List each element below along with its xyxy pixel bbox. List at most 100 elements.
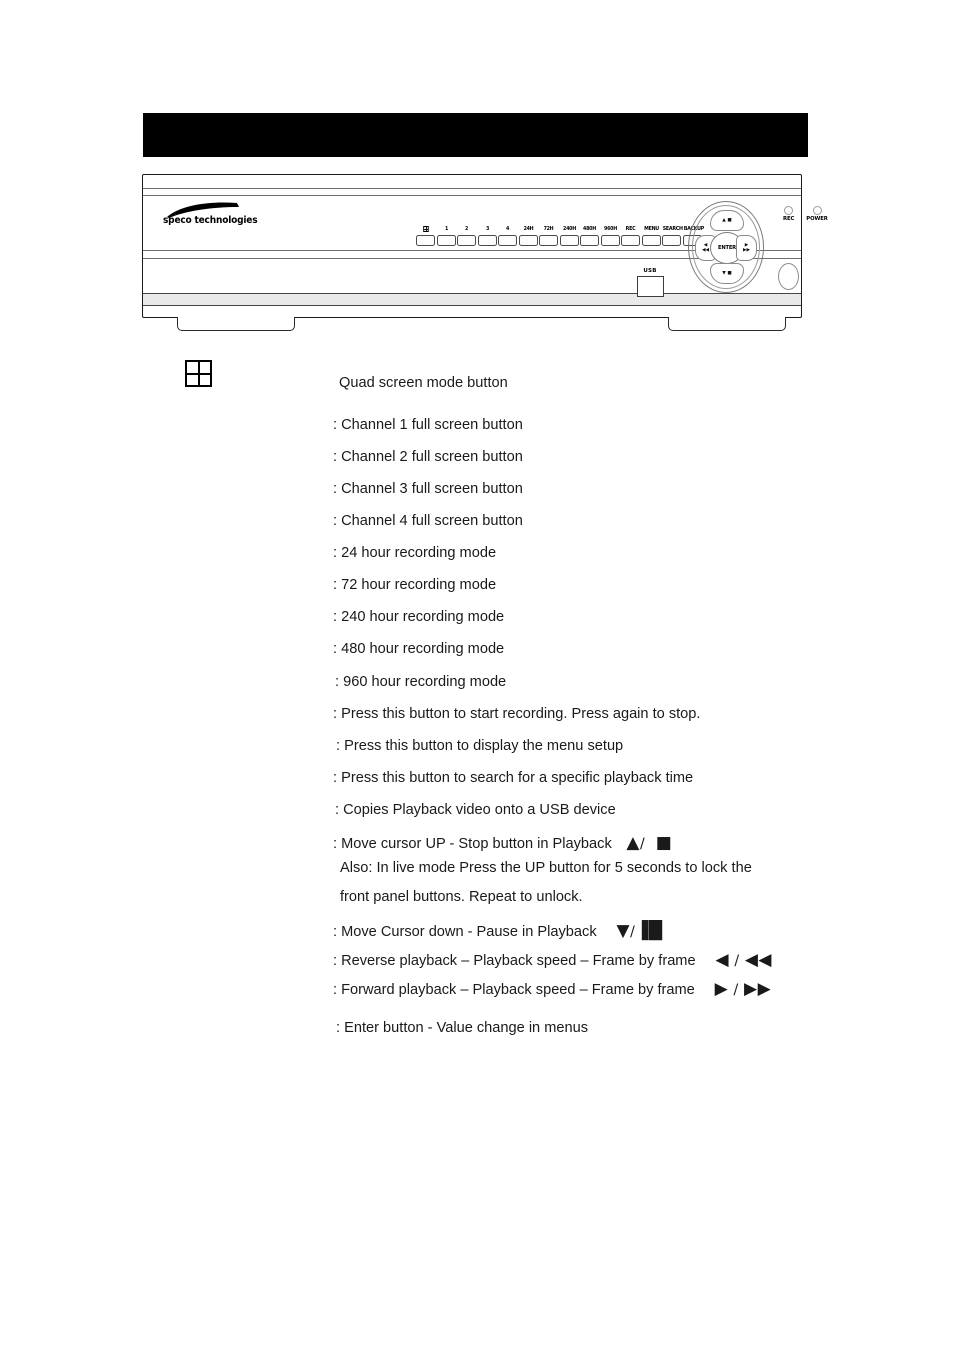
led-rec-label: REC — [783, 216, 795, 222]
legend-item-240h: : 240 hour recording mode — [333, 609, 505, 625]
panel-key-quad[interactable] — [416, 225, 435, 246]
panel-key-1[interactable]: 1 — [436, 225, 456, 246]
legend-item-enter: : Enter button - Value change in menus — [336, 1020, 589, 1036]
legend-item-channel-3: : Channel 3 full screen button — [333, 481, 523, 497]
stop-square-icon: ■ — [655, 833, 673, 853]
status-led-group: REC POWER — [783, 206, 828, 222]
nav-right-button[interactable]: ▶ ▶▶ — [736, 235, 757, 261]
legend-item-rec: : Press this button to start recording. … — [333, 706, 701, 722]
led-rec: REC — [783, 206, 794, 222]
speco-logo: speco technologies — [163, 202, 259, 232]
up-triangle-icon: ▲ — [626, 833, 640, 853]
forward-triangle-icon: ▶ — [714, 979, 729, 999]
legend-item-cursor-up-text: : Move cursor UP - Stop button in Playba… — [333, 836, 612, 852]
panel-key-cap[interactable] — [457, 235, 476, 246]
legend-item-search: : Press this button to search for a spec… — [333, 770, 694, 786]
dvr-chassis: speco technologies 1 2 3 4 24H 72H 240H … — [142, 174, 828, 318]
panel-key-480h[interactable]: 480H — [580, 225, 599, 246]
legend-item-480h: : 480 hour recording mode — [333, 641, 505, 657]
legend-item-960h: : 960 hour recording mode — [335, 674, 507, 690]
panel-key-2[interactable]: 2 — [457, 225, 476, 246]
panel-key-24h[interactable]: 24H — [518, 225, 538, 246]
quad-screen-grid-icon — [185, 360, 212, 387]
nav-left-bottom-glyph: ◀◀ — [701, 248, 710, 253]
panel-key-cap[interactable] — [662, 235, 681, 246]
panel-key-cap[interactable] — [621, 235, 640, 246]
panel-key-label — [417, 225, 434, 233]
legend-item-reverse-playback: : Reverse playback – Playback speed – Fr… — [333, 951, 772, 970]
panel-key-label: 480H — [583, 226, 596, 232]
legend-item-cursor-up: : Move cursor UP - Stop button in Playba… — [333, 834, 672, 853]
legend-item-quad: Quad screen mode button — [339, 375, 508, 391]
dvr-front-panel-figure: speco technologies 1 2 3 4 24H 72H 240H … — [140, 174, 828, 332]
panel-key-label: 960H — [603, 226, 617, 232]
led-dot-icon — [784, 206, 794, 215]
panel-key-960h[interactable]: 960H — [600, 225, 620, 246]
led-power: POWER — [806, 206, 828, 222]
legend-item-backup: : Copies Playback video onto a USB devic… — [335, 802, 616, 818]
panel-key-label: REC — [625, 226, 636, 232]
fast-forward-icon: ▶▶ — [744, 979, 772, 999]
panel-key-cap[interactable] — [498, 235, 517, 246]
header-black-bar — [143, 113, 808, 157]
pause-bars-icon: ▐█ — [635, 921, 663, 941]
legend-item-lock-note-1: Also: In live mode Press the UP button f… — [340, 860, 752, 876]
panel-key-label: 4 — [505, 226, 510, 232]
panel-key-cap[interactable] — [518, 235, 538, 246]
down-triangle-icon: ▼ — [616, 921, 631, 941]
panel-key-cap[interactable] — [477, 235, 497, 246]
panel-key-240h[interactable]: 240H — [559, 225, 579, 246]
nav-up-button[interactable]: ▲ ■ — [710, 210, 744, 231]
symbol-separator: / — [734, 953, 740, 969]
panel-key-label: MENU — [643, 226, 659, 232]
panel-key-cap[interactable] — [539, 235, 558, 246]
symbol-separator: / — [733, 982, 739, 998]
panel-key-3[interactable]: 3 — [477, 225, 497, 246]
panel-key-label: 72H — [543, 226, 554, 232]
legend-item-lock-note-2: front panel buttons. Repeat to unlock. — [340, 889, 583, 905]
legend-item-24h: : 24 hour recording mode — [333, 545, 497, 561]
led-power-label: POWER — [806, 216, 828, 222]
panel-key-4[interactable]: 4 — [498, 225, 517, 246]
chassis-seam-top — [143, 188, 801, 196]
chassis-bottom-band — [143, 293, 801, 306]
panel-key-label: 24H — [523, 226, 533, 232]
reverse-triangle-icon: ◀ — [715, 950, 730, 970]
usb-socket — [636, 275, 664, 297]
panel-key-cap[interactable] — [580, 235, 599, 246]
quad-grid-icon — [422, 225, 429, 232]
usb-port: USB — [633, 268, 667, 297]
panel-key-label: SEARCH — [662, 226, 683, 232]
panel-key-label: 240H — [562, 226, 576, 232]
legend-item-forward-playback-text: : Forward playback – Playback speed – Fr… — [333, 982, 695, 998]
panel-key-cap[interactable] — [600, 235, 620, 246]
chassis-foot-left — [177, 317, 295, 331]
legend-item-channel-4: : Channel 4 full screen button — [333, 513, 523, 529]
panel-key-cap[interactable] — [416, 235, 435, 246]
panel-key-rec[interactable]: REC — [621, 225, 640, 246]
panel-key-cap[interactable] — [641, 235, 661, 246]
legend-item-channel-1: : Channel 1 full screen button — [333, 417, 523, 433]
navigation-pad: ▲ ■ ◀ ◀◀ ENTER ▶ ▶▶ ▼ ■ — [688, 201, 764, 293]
legend-item-channel-2: : Channel 2 full screen button — [333, 449, 523, 465]
legend-item-cursor-down-text: : Move Cursor down - Pause in Playback — [333, 924, 597, 940]
front-panel-key-row: 1 2 3 4 24H 72H 240H 480H 960H REC MENU … — [416, 225, 704, 246]
nav-right-bottom-glyph: ▶▶ — [742, 248, 751, 253]
chassis-foot-right — [668, 317, 786, 331]
rewind-icon: ◀◀ — [744, 950, 772, 970]
led-dot-icon — [812, 206, 822, 215]
legend-item-cursor-down: : Move Cursor down - Pause in Playback ▼… — [333, 922, 662, 941]
symbol-separator: / — [639, 836, 646, 852]
panel-key-label: 3 — [485, 226, 489, 232]
legend-item-forward-playback: : Forward playback – Playback speed – Fr… — [333, 980, 771, 999]
panel-key-cap[interactable] — [436, 235, 456, 246]
panel-key-menu[interactable]: MENU — [641, 225, 661, 246]
panel-key-label: 2 — [464, 226, 469, 232]
panel-key-search[interactable]: SEARCH — [662, 225, 683, 246]
legend-item-72h: : 72 hour recording mode — [333, 577, 497, 593]
panel-key-72h[interactable]: 72H — [539, 225, 558, 246]
legend-item-menu: : Press this button to display the menu … — [336, 738, 624, 754]
panel-key-cap[interactable] — [559, 235, 579, 246]
ir-receiver-icon — [778, 263, 799, 290]
logo-wordmark: speco technologies — [163, 215, 258, 226]
